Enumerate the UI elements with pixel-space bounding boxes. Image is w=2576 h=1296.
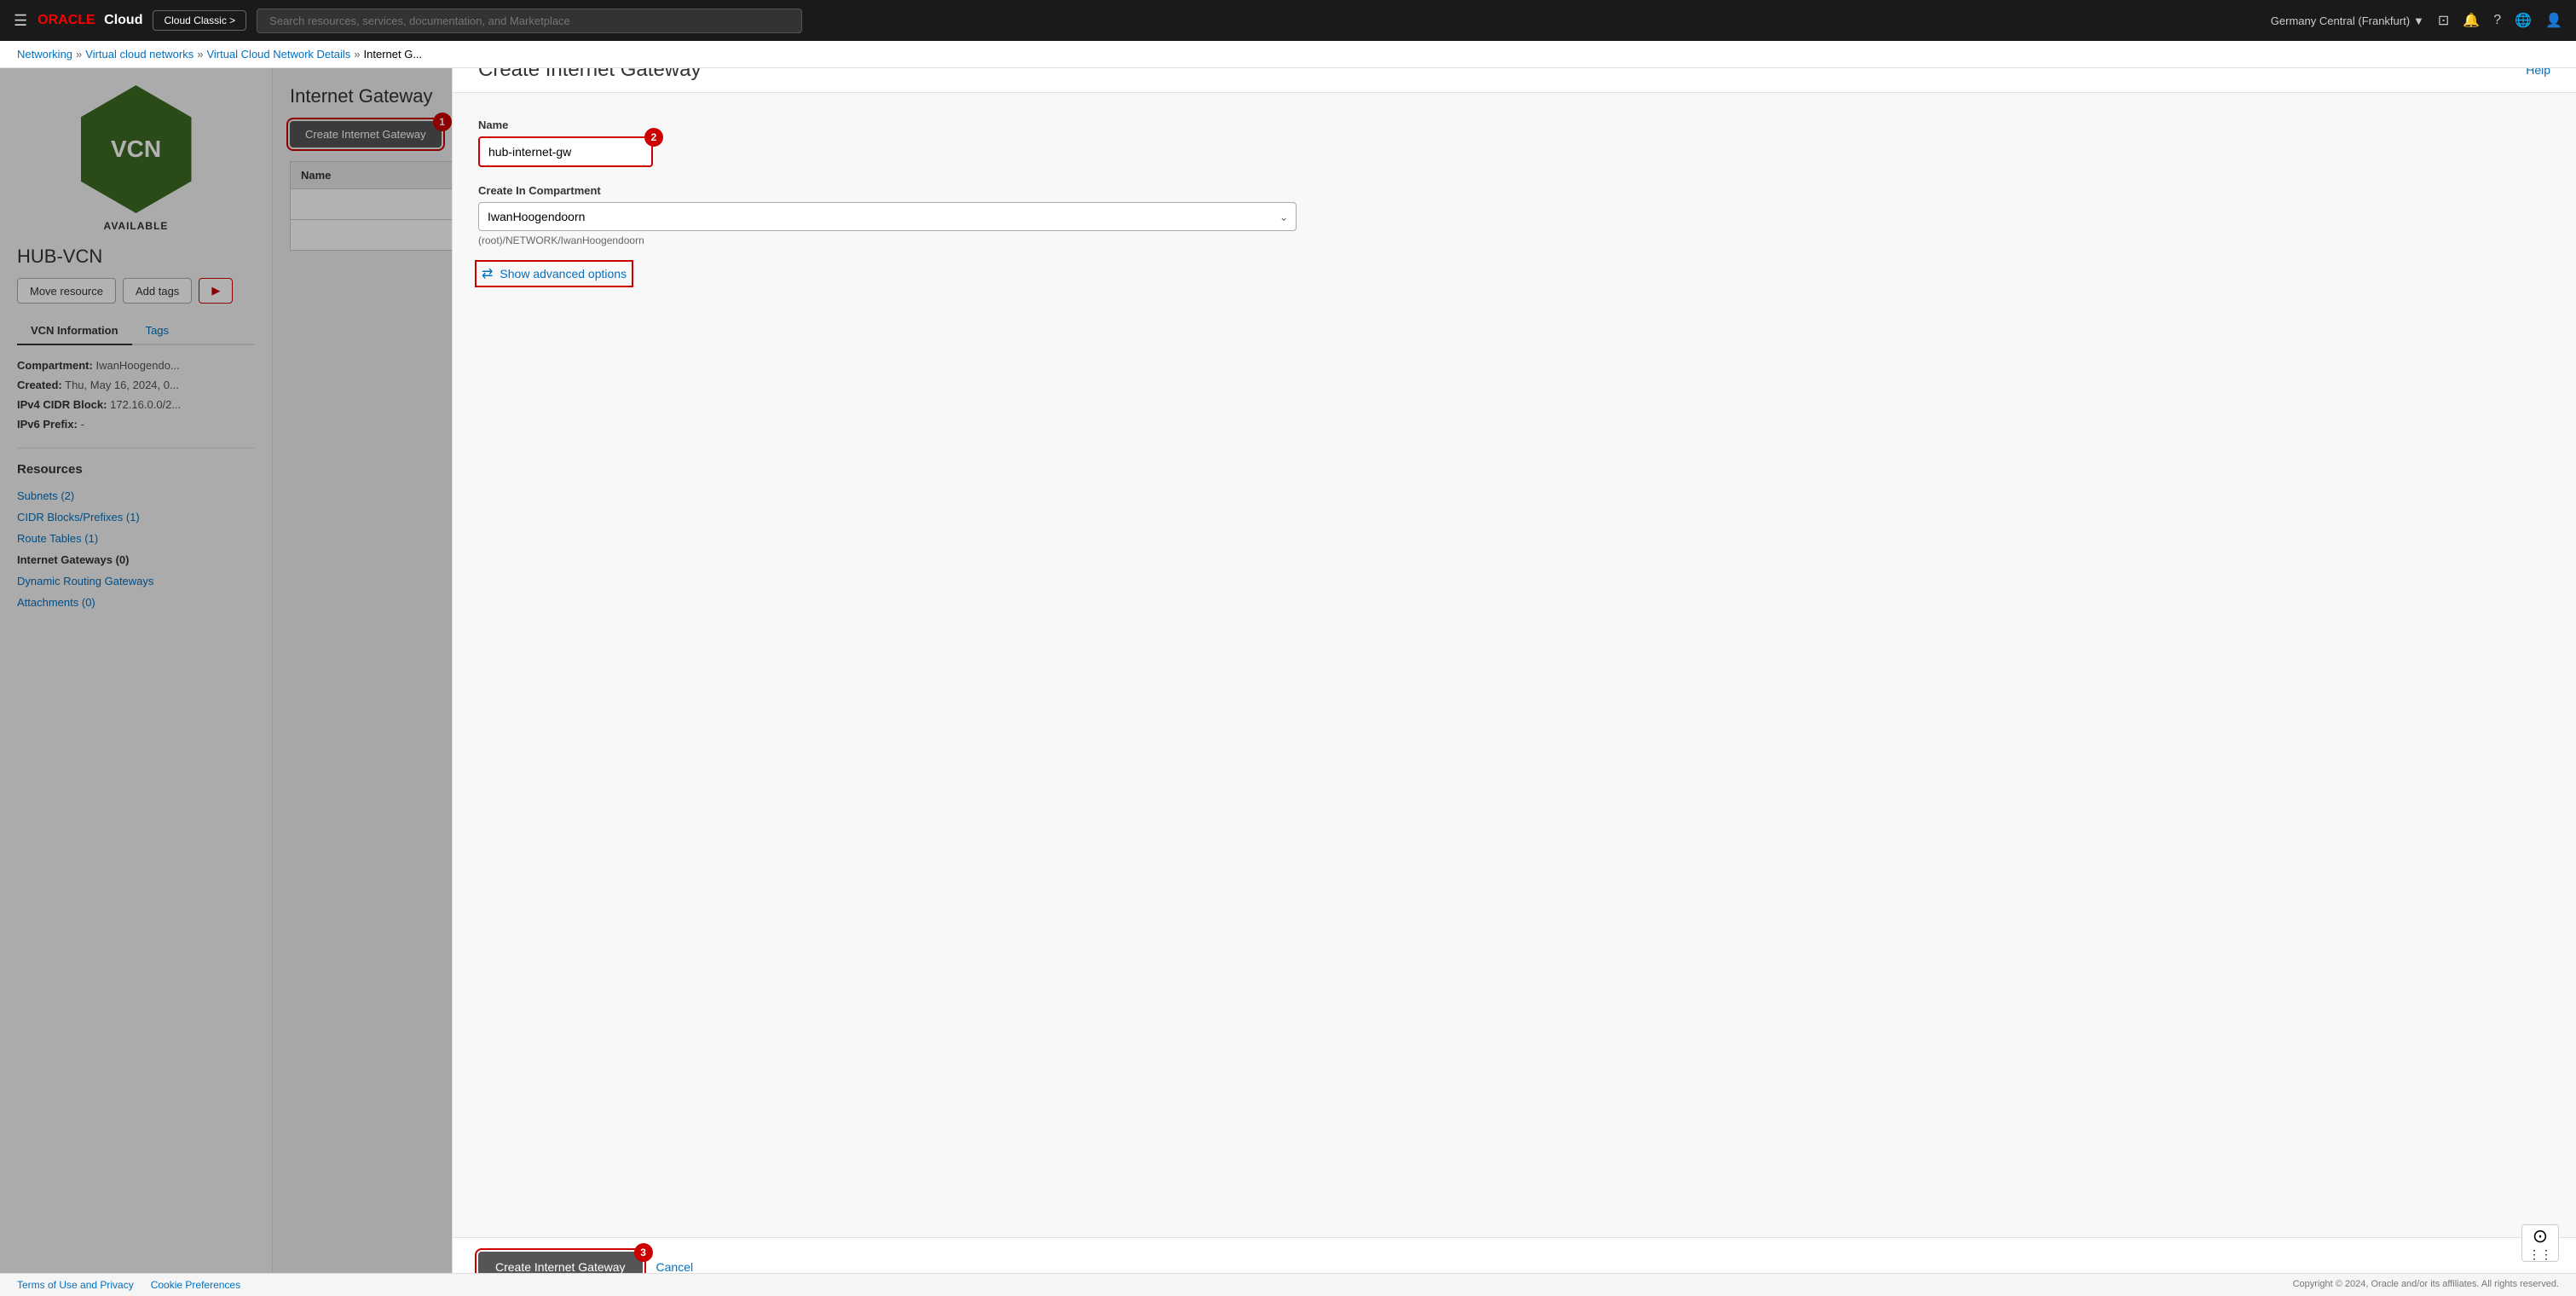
sliders-icon: ⇄ [482,265,493,282]
breadcrumb-sep2: » [197,48,203,61]
oracle-logo: ORACLE Cloud [38,13,142,28]
cloud-classic-button[interactable]: Cloud Classic > [153,10,246,31]
show-advanced-options-toggle[interactable]: ⇄ Show advanced options [478,263,630,284]
breadcrumb-current: Internet G... [364,48,423,61]
hamburger-icon[interactable]: ☰ [14,12,27,30]
bell-icon[interactable]: 🔔 [2463,12,2480,29]
breadcrumb-sep1: » [76,48,82,61]
footer-bar: Terms of Use and Privacy Cookie Preferen… [0,1273,2576,1296]
support-grid-icon: ⋮⋮ [2528,1247,2552,1262]
user-icon[interactable]: 👤 [2545,12,2562,29]
search-input[interactable] [257,9,802,33]
breadcrumb: Networking » Virtual cloud networks » Vi… [0,41,2576,68]
advanced-toggle-label: Show advanced options [500,267,627,281]
modal-panel: Create Internet Gateway Help Name 2 Crea… [452,41,2576,1296]
step2-badge: 2 [644,128,663,147]
nav-right: Germany Central (Frankfurt) ▼ ⊡ 🔔 ? 🌐 👤 [2271,12,2562,29]
compartment-form-label: Create In Compartment [478,184,2550,197]
breadcrumb-sep3: » [354,48,360,61]
compartment-hint: (root)/NETWORK/IwanHoogendoorn [478,234,2550,246]
breadcrumb-vcn-details[interactable]: Virtual Cloud Network Details [206,48,350,61]
breadcrumb-vcns[interactable]: Virtual cloud networks [85,48,193,61]
top-navigation: ☰ ORACLE Cloud Cloud Classic > Germany C… [0,0,2576,41]
region-label: Germany Central (Frankfurt) [2271,14,2410,27]
breadcrumb-networking[interactable]: Networking [17,48,72,61]
compartment-select-wrapper: IwanHoogendoorn [478,202,1297,231]
cookies-link[interactable]: Cookie Preferences [151,1279,240,1291]
region-chevron-icon: ▼ [2413,14,2424,27]
terms-link[interactable]: Terms of Use and Privacy [17,1279,134,1291]
help-icon[interactable]: ? [2493,13,2501,28]
region-selector[interactable]: Germany Central (Frankfurt) ▼ [2271,14,2424,27]
copyright-text: Copyright © 2024, Oracle and/or its affi… [2293,1272,2559,1296]
name-input[interactable] [478,136,653,167]
compartment-form-group: Create In Compartment IwanHoogendoorn (r… [478,184,2550,246]
console-icon[interactable]: ⊡ [2438,12,2449,29]
compartment-select[interactable]: IwanHoogendoorn [478,202,1297,231]
support-icon: ⊙ [2533,1225,2548,1247]
step3-badge: 3 [634,1243,653,1262]
support-widget[interactable]: ⊙ ⋮⋮ [2521,1224,2559,1262]
globe-icon[interactable]: 🌐 [2515,12,2532,29]
name-label: Name [478,119,2550,131]
modal-body: Name 2 Create In Compartment IwanHoogend… [453,93,2576,1237]
name-form-group: Name 2 [478,119,2550,167]
